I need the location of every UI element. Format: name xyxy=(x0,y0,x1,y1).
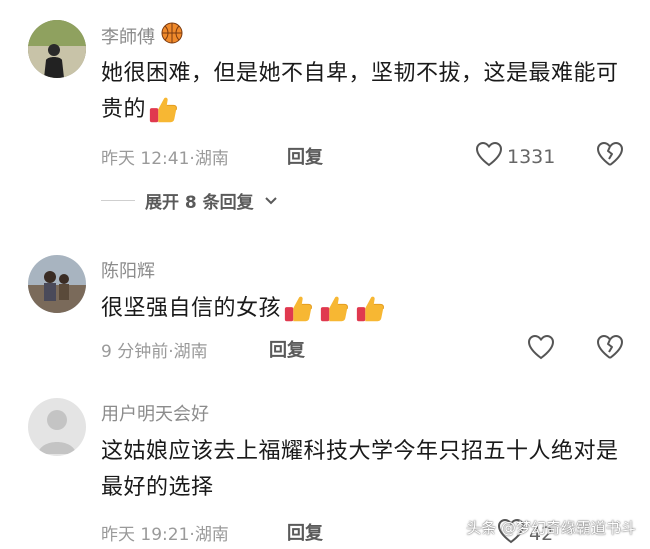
location: 湖南 xyxy=(194,525,229,545)
reply-button[interactable]: 回复 xyxy=(269,336,305,362)
comment-text: 这姑娘应该去上福耀科技大学今年只招五十人绝对是最好的选择 xyxy=(101,439,619,500)
heart-icon xyxy=(527,334,555,365)
expand-label: 展开 8 条回复 xyxy=(145,193,254,213)
dislike-button[interactable] xyxy=(596,141,624,171)
username[interactable]: 陈阳辉 xyxy=(101,257,155,283)
reply-button[interactable]: 回复 xyxy=(287,519,323,545)
comment-meta: 昨天 19:21·湖南 xyxy=(101,520,229,545)
comment-text: 很坚强自信的女孩 xyxy=(101,291,631,327)
avatar[interactable] xyxy=(28,255,86,313)
username-text: 用户明天会好 xyxy=(101,404,209,425)
username-text: 陈阳辉 xyxy=(101,261,155,282)
thumbs-up-icon xyxy=(319,294,349,324)
thumbs-up-icon xyxy=(148,95,178,125)
username[interactable]: 用户明天会好 xyxy=(101,400,209,426)
comment-meta: 9 分钟前·湖南 xyxy=(101,337,208,362)
like-button[interactable]: 1331 xyxy=(475,141,555,172)
basketball-icon xyxy=(161,22,183,49)
comment-meta: 昨天 12:41·湖南 xyxy=(101,144,229,169)
thumbs-up-icon xyxy=(355,294,385,324)
timestamp: 昨天 19:21 xyxy=(101,525,190,545)
broken-heart-icon xyxy=(597,335,623,359)
reply-button[interactable]: 回复 xyxy=(287,143,323,169)
like-count: 1331 xyxy=(507,145,556,168)
location: 湖南 xyxy=(194,149,229,169)
location: 湖南 xyxy=(173,342,208,362)
chevron-down-icon xyxy=(264,191,278,211)
avatar[interactable] xyxy=(28,20,86,78)
comment-text: 她很困难，但是她不自卑，坚韧不拔，这是最难能可贵的 xyxy=(101,56,631,128)
avatar[interactable] xyxy=(28,398,86,456)
expand-replies[interactable]: 展开 8 条回复 xyxy=(101,188,278,213)
divider-line xyxy=(101,200,135,201)
broken-heart-icon xyxy=(597,142,623,166)
username-text: 李師傅 xyxy=(101,26,155,48)
like-button[interactable] xyxy=(527,334,555,365)
dislike-button[interactable] xyxy=(596,334,624,364)
username[interactable]: 李師傅 xyxy=(101,22,183,49)
thumbs-up-icon xyxy=(283,294,313,324)
watermark: 头条 @梦幻奇缘霸道书斗 xyxy=(466,519,636,537)
heart-icon xyxy=(475,141,503,172)
timestamp: 9 分钟前 xyxy=(101,342,169,362)
timestamp: 昨天 12:41 xyxy=(101,149,190,169)
